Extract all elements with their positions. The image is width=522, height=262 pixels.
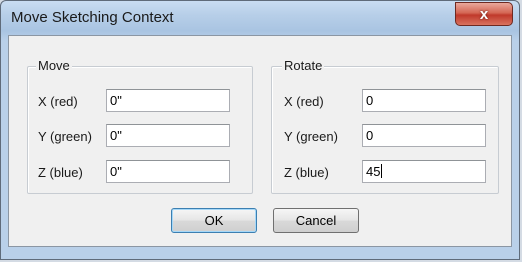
title-bar[interactable]: Move Sketching Context x	[1, 1, 519, 35]
rotate-y-label: Y (green)	[284, 129, 338, 144]
rotate-z-value: 45	[366, 164, 381, 179]
move-group-legend: Move	[36, 58, 72, 73]
rotate-z-input[interactable]: 45	[362, 160, 486, 183]
move-x-input[interactable]: 0"	[106, 89, 230, 112]
rotate-group-legend: Rotate	[282, 58, 325, 73]
move-group: Move X (red) 0" Y (green) 0" Z (blue) 0"	[27, 58, 253, 194]
move-y-label: Y (green)	[38, 129, 92, 144]
rotate-x-input[interactable]: 0	[362, 89, 486, 112]
text-caret	[381, 164, 383, 178]
dialog-title: Move Sketching Context	[11, 9, 174, 26]
dialog-body: Move X (red) 0" Y (green) 0" Z (blue) 0"…	[8, 35, 512, 247]
rotate-z-label: Z (blue)	[284, 165, 329, 180]
rotate-group: Rotate X (red) 0 Y (green) 0 Z (blue) 45	[271, 58, 499, 194]
move-sketching-context-dialog: Move Sketching Context x Move X (red) 0"…	[0, 0, 520, 260]
rotate-x-label: X (red)	[284, 94, 324, 109]
move-z-input[interactable]: 0"	[106, 160, 230, 183]
move-z-label: Z (blue)	[38, 165, 83, 180]
close-button[interactable]: x	[455, 2, 513, 26]
move-y-input[interactable]: 0"	[106, 124, 230, 147]
move-x-label: X (red)	[38, 94, 78, 109]
rotate-y-input[interactable]: 0	[362, 124, 486, 147]
close-icon: x	[479, 5, 489, 23]
ok-button[interactable]: OK	[171, 208, 257, 233]
cancel-button[interactable]: Cancel	[273, 208, 359, 233]
